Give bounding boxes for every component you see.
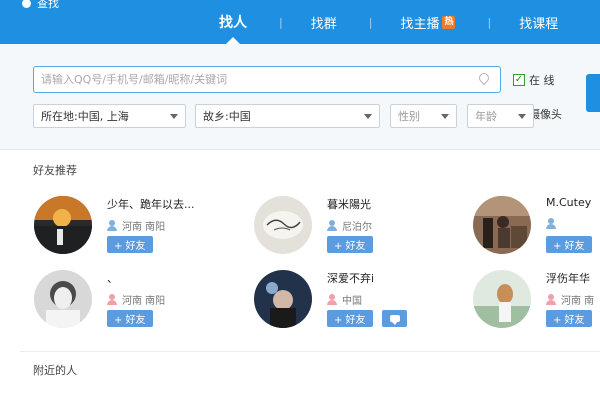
search-input[interactable] bbox=[34, 67, 474, 92]
avatar[interactable] bbox=[473, 196, 531, 254]
add-friend-button[interactable]: + 好友 bbox=[327, 310, 373, 327]
tab-label: 找群 bbox=[310, 16, 337, 32]
avatar[interactable] bbox=[254, 270, 312, 328]
female-person-icon bbox=[107, 294, 117, 305]
recommend-card: 深爱不弃i 中国 + 好友 bbox=[254, 270, 454, 340]
active-tab-caret bbox=[226, 37, 240, 44]
nearby-section-title: 附近的人 bbox=[33, 364, 77, 377]
avatar[interactable] bbox=[34, 196, 92, 254]
location-select[interactable]: 所在地:中国, 上海 bbox=[33, 104, 186, 128]
recommend-card: 浮伤年华 河南 南 + 好友 bbox=[473, 270, 600, 340]
tab-find-group[interactable]: 找群 bbox=[301, 6, 351, 38]
female-person-icon bbox=[327, 294, 337, 305]
location-text: 河南 南阳 bbox=[122, 222, 166, 233]
nickname[interactable]: 少年、跪年以去... bbox=[107, 196, 195, 212]
tab-label: 找课程 bbox=[519, 16, 559, 32]
location-row bbox=[546, 218, 561, 229]
recommend-section-title: 好友推荐 bbox=[33, 164, 77, 177]
recommend-card: 暮米陽光 尼泊尔 + 好友 bbox=[254, 196, 454, 266]
avatar[interactable] bbox=[34, 270, 92, 328]
nickname[interactable]: 、 bbox=[107, 270, 118, 286]
search-button[interactable] bbox=[586, 74, 600, 112]
location-row: 中国 bbox=[327, 292, 362, 307]
recommend-card: 少年、跪年以去... 河南 南阳 + 好友 bbox=[34, 196, 234, 266]
tab-find-course[interactable]: 找课程 bbox=[509, 6, 572, 38]
search-box bbox=[33, 66, 501, 93]
tab-separator: | bbox=[279, 15, 283, 29]
gender-select[interactable]: 性别 bbox=[390, 104, 457, 128]
location-row: 河南 南阳 bbox=[107, 292, 165, 307]
tab-label: 找人 bbox=[219, 15, 247, 31]
online-label: 在 线 bbox=[529, 74, 555, 87]
dropdown-arrow-icon bbox=[518, 114, 526, 119]
add-friend-button[interactable]: + 好友 bbox=[546, 236, 592, 253]
tab-find-people[interactable]: 找人 bbox=[205, 6, 261, 44]
location-row: 河南 南 bbox=[546, 292, 594, 307]
nickname[interactable]: 浮伤年华 bbox=[546, 270, 590, 286]
location-text: 中国 bbox=[342, 296, 362, 307]
hometown-select-value: 故乡:中国 bbox=[203, 110, 251, 123]
avatar[interactable] bbox=[473, 270, 531, 328]
send-message-button[interactable] bbox=[382, 310, 407, 327]
location-text: 河南 南 bbox=[561, 296, 595, 307]
age-select-value: 年龄 bbox=[475, 110, 497, 123]
dropdown-arrow-icon bbox=[441, 114, 449, 119]
recommend-card: M.Cutey + 好友 bbox=[473, 196, 600, 266]
tab-find-streamer[interactable]: 找主播 热 bbox=[390, 6, 469, 38]
section-divider bbox=[20, 351, 600, 352]
dropdown-arrow-icon bbox=[170, 114, 178, 119]
nickname[interactable]: M.Cutey bbox=[546, 196, 591, 209]
male-person-icon bbox=[327, 220, 337, 231]
gender-select-value: 性别 bbox=[398, 110, 420, 123]
location-text: 尼泊尔 bbox=[342, 222, 372, 233]
location-row: 河南 南阳 bbox=[107, 218, 165, 233]
location-text: 河南 南阳 bbox=[122, 296, 166, 307]
app-title-text: 查找 bbox=[37, 0, 59, 10]
add-friend-button[interactable]: + 好友 bbox=[327, 236, 373, 253]
tab-bar: 找人 | 找群 | 找主播 热 | 找课程 bbox=[205, 6, 572, 44]
app-logo-icon bbox=[22, 0, 31, 8]
recommend-card: 、 河南 南阳 + 好友 bbox=[34, 270, 234, 340]
male-person-icon bbox=[107, 220, 117, 231]
tab-separator: | bbox=[368, 15, 373, 29]
hot-badge: 热 bbox=[442, 15, 456, 29]
female-person-icon bbox=[546, 294, 556, 305]
location-pin-icon[interactable] bbox=[476, 70, 492, 86]
app-title: 查找 bbox=[22, 0, 59, 10]
nickname[interactable]: 深爱不弃i bbox=[327, 270, 374, 286]
top-bar: 查找 找人 | 找群 | 找主播 热 | 找课程 bbox=[0, 0, 600, 44]
dropdown-arrow-icon bbox=[364, 114, 372, 119]
age-select[interactable]: 年龄 bbox=[467, 104, 534, 128]
location-row: 尼泊尔 bbox=[327, 218, 372, 233]
checkbox-checked-icon[interactable] bbox=[513, 74, 525, 86]
add-friend-button[interactable]: + 好友 bbox=[107, 310, 153, 327]
male-person-icon bbox=[546, 218, 556, 229]
add-friend-button[interactable]: + 好友 bbox=[546, 310, 592, 327]
hometown-select[interactable]: 故乡:中国 bbox=[195, 104, 380, 128]
avatar[interactable] bbox=[254, 196, 312, 254]
tab-separator: | bbox=[487, 15, 492, 29]
location-select-value: 所在地:中国, 上海 bbox=[41, 110, 129, 123]
add-friend-button[interactable]: + 好友 bbox=[107, 236, 153, 253]
online-checkbox[interactable]: 在 线 bbox=[513, 72, 555, 88]
search-panel: 在 线 摄像头 所在地:中国, 上海 故乡:中国 性别 年龄 bbox=[0, 44, 600, 150]
nickname[interactable]: 暮米陽光 bbox=[327, 196, 371, 212]
tab-label: 找主播 bbox=[400, 16, 440, 32]
chat-bubble-icon bbox=[389, 315, 400, 325]
